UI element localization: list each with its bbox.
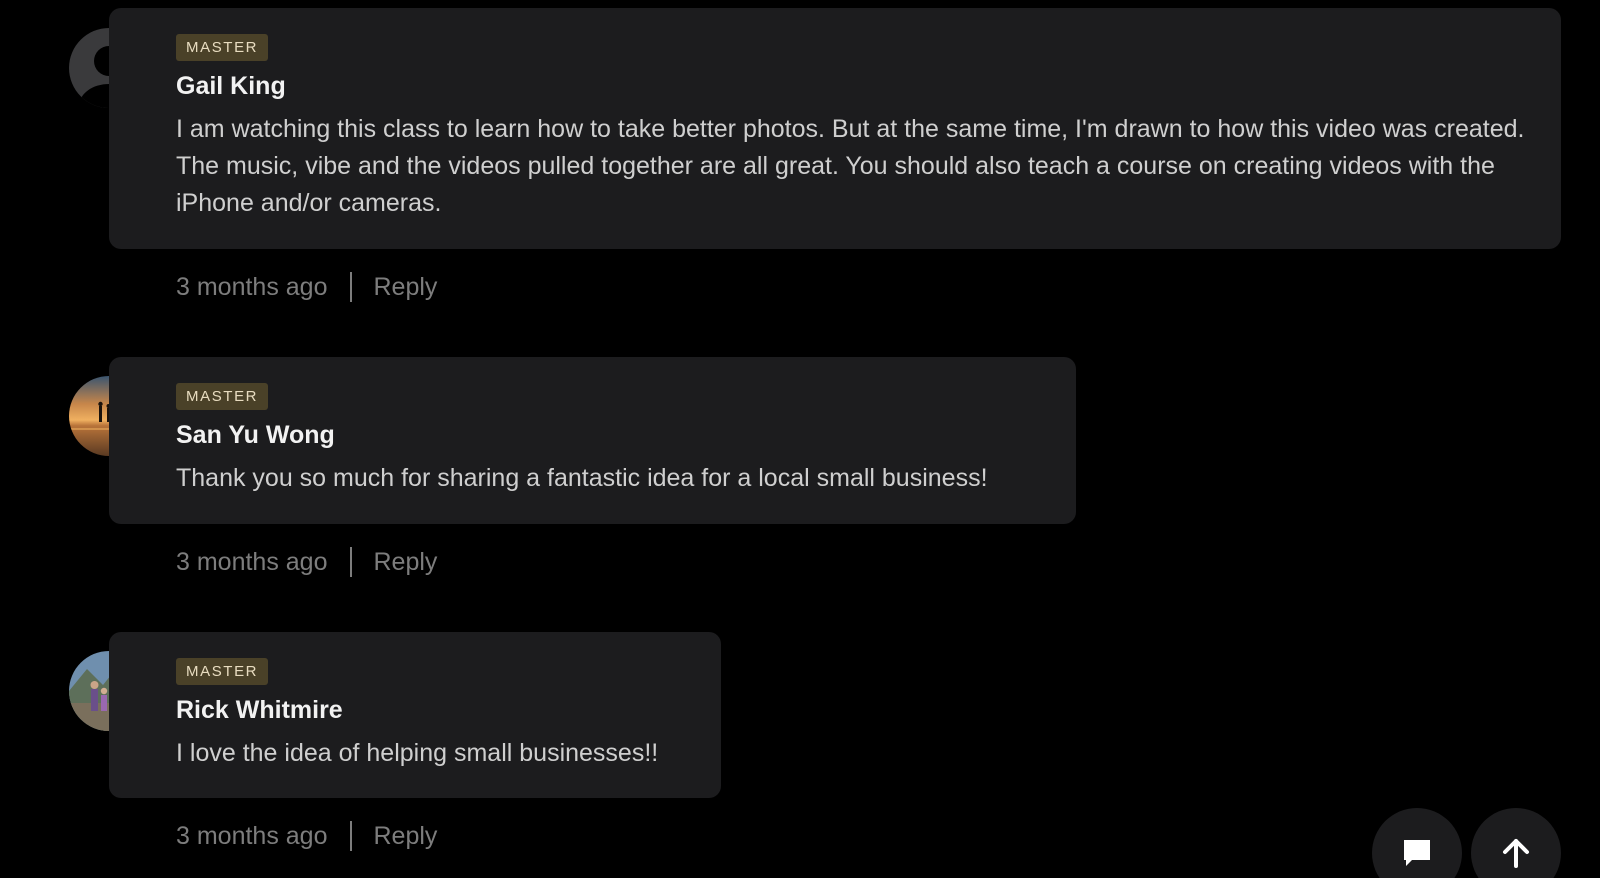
meta-divider [349, 272, 352, 302]
meta-divider [349, 547, 352, 577]
comment-text: Thank you so much for sharing a fantasti… [176, 464, 988, 492]
comment-author[interactable]: Gail King [176, 71, 1533, 101]
comment-card: MASTER San Yu Wong Thank you so much for… [109, 357, 1076, 524]
meta-divider [349, 821, 352, 851]
role-badge: MASTER [176, 34, 269, 61]
reply-button[interactable]: Reply [374, 547, 438, 577]
reply-button[interactable]: Reply [374, 821, 438, 851]
speech-bubble-icon [1404, 840, 1430, 866]
comment-author[interactable]: Rick Whitmire [176, 695, 693, 725]
comment-timestamp: 3 months ago [176, 548, 328, 576]
comment-timestamp: 3 months ago [176, 273, 328, 301]
comment-meta: 3 months ago Reply [176, 272, 437, 302]
comment-card: MASTER Gail King I am watching this clas… [109, 8, 1561, 249]
role-badge: MASTER [176, 658, 269, 685]
comment-text: I love the idea of helping small busines… [176, 739, 659, 767]
comment-card: MASTER Rick Whitmire I love the idea of … [109, 632, 721, 798]
comment-meta: 3 months ago Reply [176, 821, 437, 851]
comment-fab-button[interactable] [1372, 808, 1462, 878]
comment-timestamp: 3 months ago [176, 822, 328, 850]
comment-author[interactable]: San Yu Wong [176, 420, 1048, 450]
comment-text: I am watching this class to learn how to… [176, 115, 1525, 217]
comment-meta: 3 months ago Reply [176, 547, 437, 577]
arrow-up-icon [1503, 839, 1529, 868]
scroll-to-top-button[interactable] [1471, 808, 1561, 878]
reply-button[interactable]: Reply [374, 272, 438, 302]
comments-page: MASTER Gail King I am watching this clas… [0, 0, 1600, 878]
role-badge: MASTER [176, 383, 269, 410]
